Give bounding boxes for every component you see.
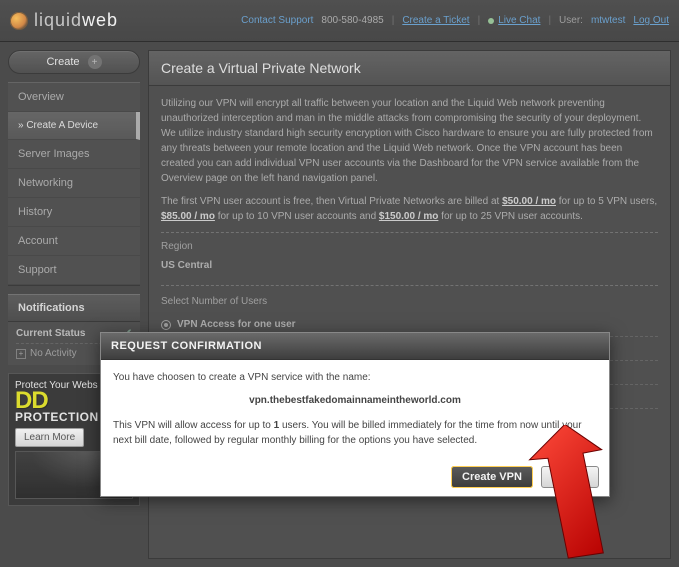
modal-details: This VPN will allow access for up to 1 u… bbox=[113, 418, 597, 448]
modal-intro: You have choosen to create a VPN service… bbox=[113, 370, 597, 385]
modal-title: REQUEST CONFIRMATION bbox=[101, 333, 609, 360]
confirmation-modal: REQUEST CONFIRMATION You have choosen to… bbox=[100, 332, 610, 497]
vpn-name: vpn.thebestfakedomainnameintheworld.com bbox=[113, 385, 597, 418]
cancel-button[interactable]: Cancel bbox=[541, 466, 599, 488]
create-vpn-button[interactable]: Create VPN bbox=[451, 466, 533, 488]
